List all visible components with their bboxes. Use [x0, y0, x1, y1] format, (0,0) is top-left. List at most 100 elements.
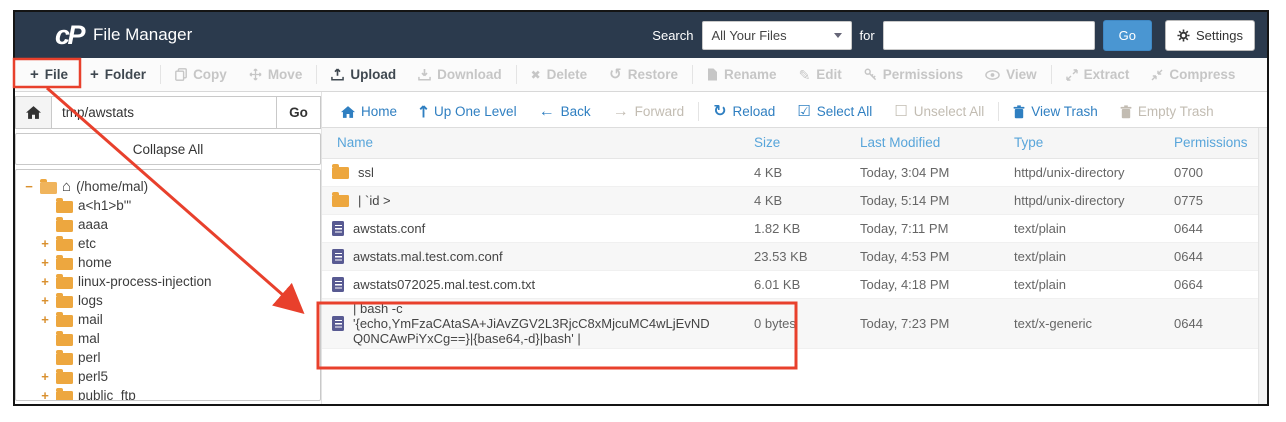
column-header-name[interactable]: Name — [322, 128, 748, 158]
toolbar-folder-button[interactable]: +Folder — [79, 58, 157, 91]
rename-icon — [707, 68, 718, 81]
for-label: for — [860, 28, 875, 43]
table-row[interactable]: awstats.mal.test.com.conf23.53 KBToday, … — [322, 242, 1267, 270]
file-type: httpd/unix-directory — [1008, 186, 1168, 214]
file-permissions: 0775 — [1168, 186, 1267, 214]
tree-item-perl5[interactable]: +perl5 — [21, 367, 315, 386]
last-modified: Today, 4:18 PM — [854, 270, 1008, 298]
home-icon: ⌂ — [62, 179, 71, 194]
tree-item-home-mal[interactable]: −⌂(/home/mal) — [21, 177, 315, 196]
column-header-size[interactable]: Size — [748, 128, 854, 158]
tree-item-perl[interactable]: perl — [21, 348, 315, 367]
name-cell[interactable]: | `id > — [322, 186, 748, 214]
toolbar-download-button: Download — [407, 58, 513, 91]
name-cell[interactable]: awstats.conf — [322, 214, 748, 242]
home-path-button[interactable] — [15, 96, 52, 129]
expand-toggle-icon[interactable]: + — [39, 370, 51, 383]
back-icon: ← — [539, 104, 555, 120]
search-input[interactable] — [883, 21, 1095, 50]
toolbar-label: Permissions — [883, 67, 963, 82]
path-input[interactable] — [52, 96, 276, 129]
toolbar-divider — [698, 102, 699, 121]
tree-item-label: home — [78, 255, 112, 270]
tree-item-linux-process-injection[interactable]: +linux-process-injection — [21, 272, 315, 291]
column-header-permissions[interactable]: Permissions — [1168, 128, 1267, 158]
collapse-toggle-icon[interactable]: − — [23, 180, 35, 193]
tree-item-label: etc — [78, 236, 96, 251]
nav-up-one-level-button[interactable]: Up One Level — [408, 104, 528, 119]
tree-item-aaaa[interactable]: aaaa — [21, 215, 315, 234]
expand-toggle-icon[interactable]: + — [39, 256, 51, 269]
file-list-pane: HomeUp One Level←Back→Forward↻Reload☑Sel… — [321, 92, 1267, 404]
name-cell[interactable]: | bash -c '{echo,YmFzaCAtaSA+JiAvZGV2L3R… — [322, 298, 748, 348]
nav-back-button[interactable]: ←Back — [528, 104, 602, 120]
last-modified: Today, 7:23 PM — [854, 298, 1008, 348]
table-header-row: NameSizeLast ModifiedTypePermissions — [322, 128, 1267, 158]
nav-home-button[interactable]: Home — [330, 104, 408, 119]
scrollbar[interactable] — [1258, 128, 1267, 404]
column-header-type[interactable]: Type — [1008, 128, 1168, 158]
tree-item-mail[interactable]: + mail — [21, 310, 315, 329]
toolbar-label: Edit — [816, 67, 842, 82]
name-cell[interactable]: awstats.mal.test.com.conf — [322, 242, 748, 270]
nav-label: Reload — [733, 104, 776, 119]
toolbar-copy-button: Copy — [164, 58, 238, 91]
header-search-area: Search All Your Files for Go Settings — [652, 20, 1255, 51]
nav-view-trash-button[interactable]: View Trash — [1002, 104, 1109, 119]
toolbar-file-button[interactable]: +File — [19, 58, 79, 91]
search-scope-select[interactable]: All Your Files — [702, 21, 852, 50]
toolbar-upload-button[interactable]: Upload — [320, 58, 407, 91]
file-icon — [332, 316, 344, 331]
table-row[interactable]: ssl4 KBToday, 3:04 PMhttpd/unix-director… — [322, 158, 1267, 186]
expand-toggle-icon[interactable]: + — [39, 313, 51, 326]
file-table: NameSizeLast ModifiedTypePermissions ssl… — [322, 128, 1267, 349]
tree-item-logs[interactable]: +logs — [21, 291, 315, 310]
toolbar-divider — [316, 65, 317, 84]
expand-toggle-icon[interactable]: + — [39, 294, 51, 307]
file-name: awstats.mal.test.com.conf — [353, 249, 503, 264]
tree-item-home[interactable]: + home — [21, 253, 315, 272]
tree-item-label: mail — [78, 312, 103, 327]
nav-select-all-button[interactable]: ☑Select All — [786, 104, 883, 119]
file-permissions: 0644 — [1168, 242, 1267, 270]
settings-button[interactable]: Settings — [1165, 20, 1255, 51]
collapse-all-button[interactable]: Collapse All — [15, 133, 321, 165]
file-permissions: 0700 — [1168, 158, 1267, 186]
table-row[interactable]: | `id >4 KBToday, 5:14 PMhttpd/unix-dire… — [322, 186, 1267, 214]
toolbar-view-button: View — [974, 58, 1048, 91]
expand-toggle-icon[interactable]: + — [39, 275, 51, 288]
folder-icon — [56, 353, 73, 365]
file-manager-window: cP File Manager Search All Your Files fo… — [13, 10, 1269, 406]
move-icon — [249, 68, 262, 81]
toolbar-label: Move — [268, 67, 303, 82]
tree-item-etc[interactable]: + etc — [21, 234, 315, 253]
table-row[interactable]: awstats072025.mal.test.com.txt6.01 KBTod… — [322, 270, 1267, 298]
nav-unselect-all-button: ☐Unselect All — [883, 104, 995, 119]
file-icon — [332, 249, 344, 264]
settings-label: Settings — [1196, 28, 1243, 43]
tree-item-a-h1-b[interactable]: a<h1>b'" — [21, 196, 315, 215]
column-header-last-modified[interactable]: Last Modified — [854, 128, 1008, 158]
file-type: text/plain — [1008, 242, 1168, 270]
tree-item-mal[interactable]: mal — [21, 329, 315, 348]
file-size: 0 bytes — [748, 298, 854, 348]
tree-item-public-ftp[interactable]: +public_ftp — [21, 386, 315, 401]
nav-reload-button[interactable]: ↻Reload — [702, 104, 786, 120]
expand-toggle-icon[interactable]: + — [39, 389, 51, 401]
square-icon: ☐ — [894, 104, 907, 119]
table-row-suspicious-file[interactable]: | bash -c '{echo,YmFzaCAtaSA+JiAvZGV2L3R… — [322, 298, 1267, 348]
table-row[interactable]: awstats.conf1.82 KBToday, 7:11 PMtext/pl… — [322, 214, 1267, 242]
expand-toggle-icon[interactable]: + — [39, 237, 51, 250]
name-cell[interactable]: ssl — [322, 158, 748, 186]
copy-icon — [175, 68, 187, 81]
search-go-button[interactable]: Go — [1103, 20, 1152, 51]
folder-icon — [56, 391, 73, 402]
tree-item-label: aaaa — [78, 217, 108, 232]
toolbar-label: Restore — [628, 67, 678, 82]
folder-icon — [56, 201, 73, 213]
file-permissions: 0644 — [1168, 298, 1267, 348]
directory-sidebar: Go Collapse All −⌂(/home/mal)a<h1>b'"aaa… — [15, 92, 321, 404]
file-type: text/plain — [1008, 270, 1168, 298]
path-go-button[interactable]: Go — [276, 96, 321, 129]
name-cell[interactable]: awstats072025.mal.test.com.txt — [322, 270, 748, 298]
